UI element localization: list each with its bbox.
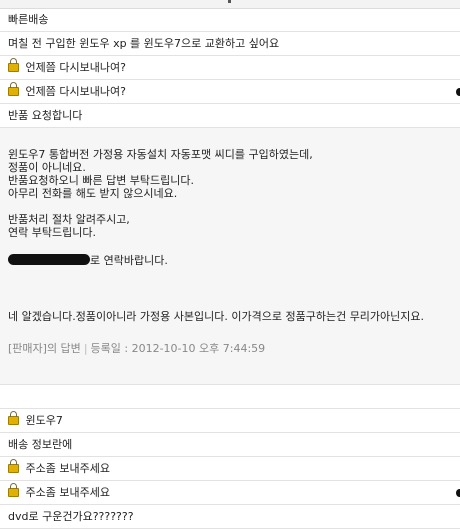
qna-row-fast-delivery[interactable]: 빠른배송 [0, 9, 460, 32]
lock-icon [8, 459, 19, 473]
qna-row-shipping-info[interactable]: 배송 정보란에 [0, 433, 460, 457]
qna-row-windows-exchange[interactable]: 며칠 전 구입한 윈도우 xp 를 윈도우7으로 교환하고 싶어요 [0, 32, 460, 56]
question-line: 반품요청하오니 빠른 답변 부탁드립니다. [8, 174, 195, 187]
question-line: 정품이 아니네요. [8, 161, 86, 174]
qna-row-return-request[interactable]: 반품 요청합니다 [0, 104, 460, 128]
qna-title: 빠른배송 [8, 13, 49, 26]
qna-title: 며칠 전 구입한 윈도우 xp 를 윈도우7으로 교환하고 싶어요 [8, 37, 280, 50]
qna-title: 언제쯤 다시보내나여? [25, 85, 126, 98]
qna-title: dvd로 구운건가요??????? [8, 510, 134, 523]
qna-row-resend-1[interactable]: 언제쯤 다시보내나여? [0, 56, 460, 80]
question-line: 연락 부탁드립니다. [8, 226, 96, 239]
qna-title: 주소좀 보내주세요 [25, 486, 110, 499]
question-line: 아무리 전화를 해도 받지 않으시네요. [8, 187, 178, 200]
answer-date: 등록일 : 2012-10-10 오후 7:44:59 [90, 342, 266, 355]
qna-row-windows7[interactable]: 윈도우7 [0, 409, 460, 433]
qna-title: 배송 정보란에 [8, 438, 73, 451]
qna-detail-panel: 윈도우7 통합버전 가정용 자동설치 자동포맷 씨디를 구입하였는데, 정품이 … [0, 128, 460, 385]
qna-list: 빠른배송 며칠 전 구입한 윈도우 xp 를 윈도우7으로 교환하고 싶어요 언… [0, 9, 460, 529]
qna-row-dvd[interactable]: dvd로 구운건가요??????? [0, 505, 460, 529]
qna-row-address-1[interactable]: 주소좀 보내주세요 [0, 457, 460, 481]
question-body: 윈도우7 통합버전 가정용 자동설치 자동포맷 씨디를 구입하였는데, 정품이 … [8, 148, 452, 239]
scroll-indicator [456, 88, 460, 96]
lock-icon [8, 483, 19, 497]
seller-answer: 네 알겠습니다.정품이아니라 가정용 사본입니다. 이가격으로 정품구하는건 무… [8, 310, 425, 323]
question-line: 반품처리 절차 알려주시고, [8, 213, 130, 226]
answer-meta: [판매자]의 답변 | 등록일 : 2012-10-10 오후 7:44:59 [8, 340, 452, 356]
top-border [0, 0, 460, 9]
contact-suffix: 로 연락바랍니다. [90, 254, 168, 267]
qna-row-address-2[interactable]: 주소좀 보내주세요 [0, 481, 460, 505]
qna-row-resend-2[interactable]: 언제쯤 다시보내나여? [0, 80, 460, 104]
meta-separator: | [83, 342, 88, 355]
lock-icon [8, 411, 19, 425]
qna-title: 윈도우7 [25, 414, 63, 427]
contact-line: 로 연락바랍니다. [8, 252, 452, 268]
question-line: 윈도우7 통합버전 가정용 자동설치 자동포맷 씨디를 구입하였는데, [8, 148, 313, 161]
question-line [8, 200, 452, 213]
qna-title: 반품 요청합니다 [8, 109, 83, 122]
lock-icon [8, 58, 19, 72]
lock-icon [8, 82, 19, 96]
scroll-marker [228, 0, 231, 3]
answer-author: [판매자]의 답변 [8, 342, 81, 355]
list-spacer [0, 385, 460, 409]
scroll-indicator [456, 489, 460, 497]
qna-title: 언제쯤 다시보내나여? [25, 61, 126, 74]
redacted-phone-number [8, 254, 90, 265]
qna-title: 주소좀 보내주세요 [25, 462, 110, 475]
